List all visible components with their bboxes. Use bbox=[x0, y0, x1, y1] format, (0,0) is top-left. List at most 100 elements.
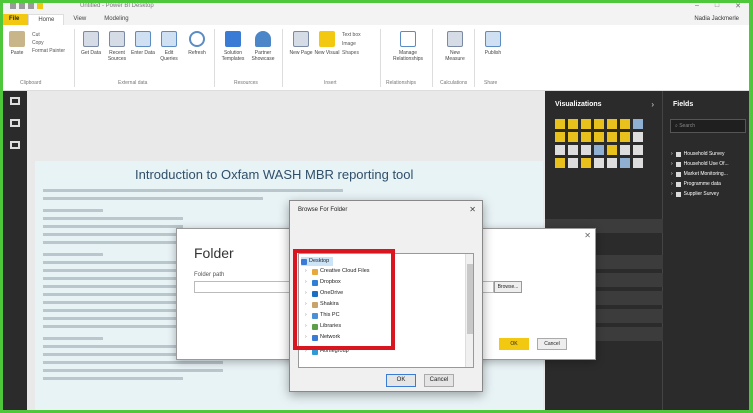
group-relationships: Relationships bbox=[386, 80, 417, 86]
maximize-icon[interactable]: □ bbox=[715, 2, 719, 10]
percent-bar-chart-icon[interactable] bbox=[607, 119, 617, 129]
fields-search-input[interactable]: ⌕ Search bbox=[670, 119, 746, 133]
paste-button[interactable]: Paste bbox=[4, 25, 30, 56]
stacked-column-chart-icon[interactable] bbox=[568, 119, 578, 129]
cancel-button[interactable]: Cancel bbox=[537, 338, 567, 350]
treemap-icon[interactable] bbox=[568, 145, 578, 155]
fields-pane: Fields ⌕ Search › Household Survey › House… bbox=[663, 91, 753, 413]
map-icon[interactable] bbox=[581, 145, 591, 155]
field-table-item[interactable]: › Supplier Survey bbox=[671, 189, 729, 199]
format-painter-button[interactable]: Format Painter bbox=[32, 47, 65, 55]
signed-in-user[interactable]: Nadia Jackmerle bbox=[694, 16, 739, 22]
undo-icon[interactable] bbox=[19, 3, 25, 9]
close-icon[interactable]: ✕ bbox=[469, 205, 476, 214]
field-table-item[interactable]: › Household Survey bbox=[671, 149, 729, 159]
publish-button[interactable]: Publish bbox=[480, 25, 506, 56]
donut-chart-icon[interactable] bbox=[555, 145, 565, 155]
copy-button[interactable]: Copy bbox=[32, 39, 65, 47]
dialog-title: Browse For Folder bbox=[298, 207, 348, 213]
group-insert: Insert bbox=[324, 80, 337, 86]
r-script-visual-icon[interactable] bbox=[620, 158, 630, 168]
kpi-icon[interactable] bbox=[568, 158, 578, 168]
clipboard-small-buttons: Cut Copy Format Painter bbox=[32, 31, 65, 55]
field-table-item[interactable]: › Programme data bbox=[671, 179, 729, 189]
slicer-icon[interactable] bbox=[581, 158, 591, 168]
funnel-icon[interactable] bbox=[607, 145, 617, 155]
ok-button[interactable]: OK bbox=[499, 338, 529, 350]
new-visual-button[interactable]: New Visual bbox=[314, 25, 340, 56]
group-separator bbox=[282, 29, 283, 87]
card-icon[interactable] bbox=[633, 145, 643, 155]
line-chart-icon[interactable] bbox=[633, 119, 643, 129]
group-external-data: External data bbox=[118, 80, 148, 86]
tab-file[interactable]: File bbox=[0, 14, 29, 25]
filled-map-icon[interactable] bbox=[594, 145, 604, 155]
report-view-icon[interactable] bbox=[10, 97, 20, 105]
cut-button[interactable]: Cut bbox=[32, 31, 65, 39]
pie-chart-icon[interactable] bbox=[633, 132, 643, 142]
report-text-line bbox=[43, 377, 183, 380]
shapes-button[interactable]: Shapes bbox=[342, 49, 361, 58]
enter-data-icon bbox=[135, 31, 151, 47]
multi-row-card-icon[interactable] bbox=[555, 158, 565, 168]
refresh-icon bbox=[189, 31, 205, 47]
matrix-icon[interactable] bbox=[607, 158, 617, 168]
ok-button[interactable]: OK bbox=[386, 374, 416, 387]
partner-showcase-button[interactable]: Partner Showcase bbox=[250, 25, 276, 62]
quick-access-toolbar[interactable] bbox=[10, 3, 43, 9]
group-separator bbox=[432, 29, 433, 87]
clustered-bar-chart-icon[interactable] bbox=[581, 119, 591, 129]
report-text-line bbox=[43, 277, 183, 280]
close-icon[interactable]: ✕ bbox=[735, 2, 741, 10]
get-data-button[interactable]: Get Data bbox=[78, 25, 104, 56]
group-separator bbox=[74, 29, 75, 87]
report-title: Introduction to Oxfam WASH MBR reporting… bbox=[135, 167, 414, 182]
cancel-button[interactable]: Cancel bbox=[424, 374, 454, 387]
area-chart-icon[interactable] bbox=[555, 132, 565, 142]
browse-button[interactable]: Browse... bbox=[494, 281, 522, 293]
stacked-bar-chart-icon[interactable] bbox=[555, 119, 565, 129]
partner-showcase-icon bbox=[255, 31, 271, 47]
more-visuals-icon[interactable] bbox=[633, 158, 643, 168]
relationships-view-icon[interactable] bbox=[10, 141, 20, 149]
edit-queries-button[interactable]: Edit Queries bbox=[156, 25, 182, 62]
tab-modeling[interactable]: Modeling bbox=[95, 14, 137, 25]
chevron-right-icon[interactable]: › bbox=[651, 100, 654, 109]
window-controls[interactable]: – □ ✕ bbox=[695, 2, 741, 10]
field-table-item[interactable]: › Household Use Of... bbox=[671, 159, 729, 169]
text-box-button[interactable]: Text box bbox=[342, 31, 361, 40]
new-page-button[interactable]: New Page bbox=[288, 25, 314, 56]
image-button[interactable]: Image bbox=[342, 40, 361, 49]
redo-icon[interactable] bbox=[28, 3, 34, 9]
paste-icon bbox=[9, 31, 25, 47]
tab-view[interactable]: View bbox=[64, 14, 95, 25]
minimize-icon[interactable]: – bbox=[695, 2, 699, 10]
table-icon[interactable] bbox=[594, 158, 604, 168]
save-icon[interactable] bbox=[10, 3, 16, 9]
gauge-icon[interactable] bbox=[620, 145, 630, 155]
tree-scrollbar[interactable] bbox=[465, 254, 473, 367]
line-column-chart-icon[interactable] bbox=[581, 132, 591, 142]
stacked-area-chart-icon[interactable] bbox=[568, 132, 578, 142]
report-text-line bbox=[43, 325, 183, 328]
close-icon[interactable]: ✕ bbox=[584, 231, 591, 240]
recent-sources-button[interactable]: Recent Sources bbox=[104, 25, 130, 62]
clustered-column-chart-icon[interactable] bbox=[594, 119, 604, 129]
new-measure-button[interactable]: New Measure bbox=[440, 25, 470, 62]
scatter-chart-icon[interactable] bbox=[620, 132, 630, 142]
enter-data-button[interactable]: Enter Data bbox=[130, 25, 156, 56]
manage-relationships-button[interactable]: Manage Relationships bbox=[388, 25, 428, 62]
ribbon-chart-icon[interactable] bbox=[594, 132, 604, 142]
refresh-button[interactable]: Refresh bbox=[184, 25, 210, 56]
solution-templates-button[interactable]: Solution Templates bbox=[220, 25, 246, 62]
percent-column-chart-icon[interactable] bbox=[620, 119, 630, 129]
field-table-item[interactable]: › Market Monitoring... bbox=[671, 169, 729, 179]
report-text-line bbox=[43, 261, 183, 264]
tab-home[interactable]: Home bbox=[28, 14, 65, 25]
group-separator bbox=[380, 29, 381, 87]
group-resources: Resources bbox=[234, 80, 258, 86]
power-bi-logo-icon bbox=[37, 3, 43, 9]
waterfall-chart-icon[interactable] bbox=[607, 132, 617, 142]
data-view-icon[interactable] bbox=[10, 119, 20, 127]
scrollbar-thumb[interactable] bbox=[467, 264, 473, 334]
